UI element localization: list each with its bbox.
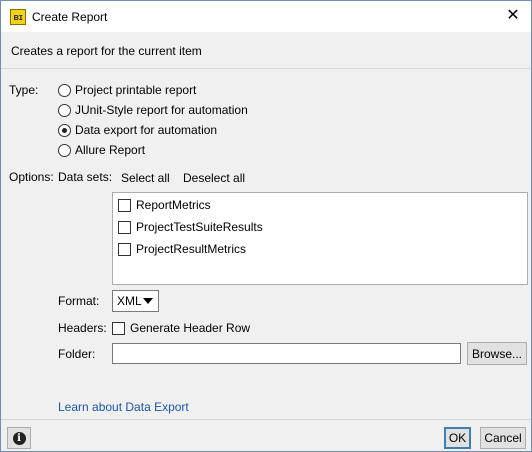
dataset-label: ProjectTestSuiteResults xyxy=(136,220,263,234)
format-label: Format: xyxy=(58,294,100,308)
radio-button[interactable] xyxy=(58,143,71,157)
app-logo-icon: ʙɪ xyxy=(10,9,26,25)
subtitle-bar: Creates a report for the current item xyxy=(1,32,531,69)
close-icon[interactable]: ✕ xyxy=(505,8,521,24)
radio-project-printable[interactable]: Project printable report xyxy=(58,82,196,98)
radio-button[interactable] xyxy=(58,103,71,117)
cancel-button[interactable]: Cancel xyxy=(480,427,526,449)
subtitle-text: Creates a report for the current item xyxy=(11,44,202,58)
title-bar: ʙɪ Create Report ✕ xyxy=(1,1,531,32)
headers-label: Headers: xyxy=(58,321,107,335)
radio-button-selected[interactable] xyxy=(58,123,71,137)
window-title: Create Report xyxy=(32,10,108,24)
create-report-dialog: ʙɪ Create Report ✕ Creates a report for … xyxy=(0,0,532,452)
list-item[interactable]: ReportMetrics xyxy=(118,197,211,213)
ok-button[interactable]: OK xyxy=(444,427,471,449)
checkbox-label: Generate Header Row xyxy=(130,321,251,335)
folder-label: Folder: xyxy=(58,347,96,361)
select-all-button[interactable]: Select all xyxy=(121,171,170,185)
folder-input[interactable] xyxy=(112,343,461,364)
format-select[interactable]: XML xyxy=(112,290,159,312)
options-label: Options: xyxy=(9,170,54,184)
checkbox[interactable] xyxy=(112,321,125,335)
checkbox[interactable] xyxy=(118,198,131,212)
radio-data-export[interactable]: Data export for automation xyxy=(58,122,217,138)
radio-junit-style[interactable]: JUnit-Style report for automation xyxy=(58,102,248,118)
format-value: XML xyxy=(117,294,142,308)
footer-bar: i OK Cancel xyxy=(1,419,531,451)
datasets-label: Data sets: xyxy=(58,170,113,184)
radio-label: Data export for automation xyxy=(75,123,218,137)
list-item[interactable]: ProjectResultMetrics xyxy=(118,241,246,257)
generate-header-row-checkbox[interactable]: Generate Header Row xyxy=(112,320,250,336)
info-button[interactable]: i xyxy=(7,427,31,449)
radio-button[interactable] xyxy=(58,83,71,97)
list-item[interactable]: ProjectTestSuiteResults xyxy=(118,219,263,235)
info-icon: i xyxy=(12,431,26,445)
deselect-all-button[interactable]: Deselect all xyxy=(183,171,245,185)
dataset-label: ProjectResultMetrics xyxy=(136,242,247,256)
radio-label: Allure Report xyxy=(75,143,146,157)
checkbox[interactable] xyxy=(118,220,131,234)
learn-about-data-export-link[interactable]: Learn about Data Export xyxy=(58,400,189,414)
checkbox[interactable] xyxy=(118,242,131,256)
datasets-list: ReportMetrics ProjectTestSuiteResults Pr… xyxy=(112,192,528,285)
dataset-label: ReportMetrics xyxy=(136,198,211,212)
chevron-down-icon xyxy=(143,298,153,304)
radio-label: Project printable report xyxy=(75,83,197,97)
browse-button[interactable]: Browse... xyxy=(467,342,527,365)
radio-allure-report[interactable]: Allure Report xyxy=(58,142,145,158)
type-label: Type: xyxy=(9,83,39,97)
radio-label: JUnit-Style report for automation xyxy=(75,103,248,117)
